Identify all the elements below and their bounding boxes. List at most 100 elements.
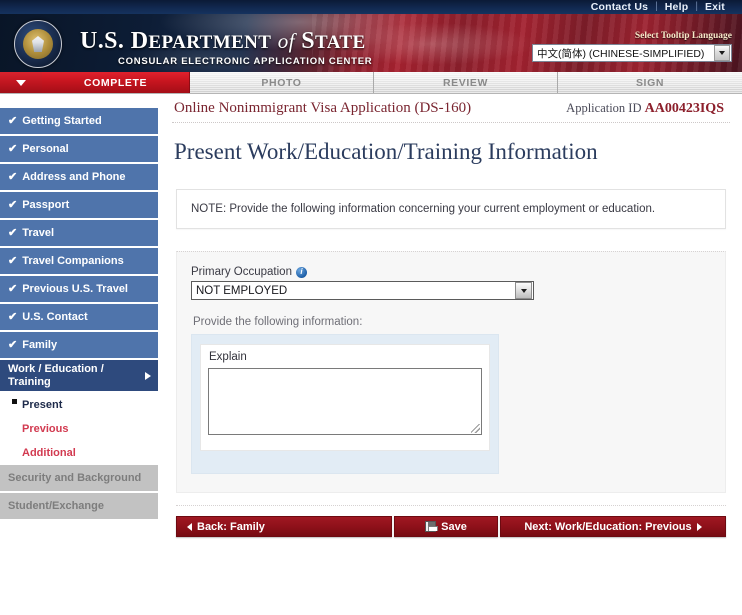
sidebar-item-label: Work / Education / Training [8,363,104,388]
department-of-state-seal-icon [14,20,62,68]
sidebar-item-travel[interactable]: ✔ Travel [0,220,158,246]
sidebar-item-security-and-background: Security and Background [0,465,158,492]
explain-label: Explain [209,351,247,363]
sidebar-item-label: Student/Exchange [8,499,104,512]
tab-complete[interactable]: COMPLETE [42,72,190,93]
title-state-cap: S [301,28,316,54]
sidebar-subitem-label: Present [22,399,63,412]
note-box: NOTE: Provide the following information … [176,189,726,229]
sidebar-item-address-and-phone[interactable]: ✔ Address and Phone [0,164,158,190]
check-icon: ✔ [8,142,18,155]
sidebar-subitem-present[interactable]: Present [0,393,166,418]
seal-eagle-icon [23,29,53,59]
sidebar-item-label: Address and Phone [22,170,126,183]
tab-sign[interactable]: SIGN [558,72,742,93]
sidebar-item-label: Security and Background [8,471,142,484]
next-button-label: Next: Work/Education: Previous [524,520,692,533]
sidebar-item-personal[interactable]: ✔ Personal [0,136,158,162]
tooltip-language-value: 中文(简体) (CHINESE-SIMPLIFIED) [537,47,705,60]
contact-us-link[interactable]: Contact Us [584,0,655,14]
title-us: U.S. [80,28,125,54]
sidebar-item-label: Previous U.S. Travel [22,282,128,295]
arrow-left-icon [187,522,192,531]
primary-occupation-label: Primary Occupation [191,266,292,278]
tab-review[interactable]: REVIEW [374,72,558,93]
arrow-right-icon [696,522,702,531]
utility-bar: Contact Us | Help | Exit [0,0,742,14]
department-subtitle: CONSULAR ELECTRONIC APPLICATION CENTER [118,56,373,67]
tab-photo[interactable]: PHOTO [190,72,374,93]
sidebar-item-travel-companions[interactable]: ✔ Travel Companions [0,248,158,274]
check-icon: ✔ [8,114,18,127]
sidebar-item-work-education-training[interactable]: Work / Education / Training [0,360,158,392]
resize-handle-icon[interactable] [471,424,480,433]
check-icon: ✔ [8,226,18,239]
sidebar-item-label: U.S. Contact [22,310,88,323]
next-button[interactable]: Next: Work/Education: Previous [500,516,726,537]
save-button[interactable]: Save [394,516,498,537]
sidebar-item-label: Getting Started [22,114,102,127]
application-id-value: AA00423IQS [644,101,724,116]
sidebar-item-label: Family [22,338,58,351]
tooltip-language-select[interactable]: 中文(简体) (CHINESE-SIMPLIFIED) [532,44,732,62]
sidebar-item-student-exchange: Student/Exchange [0,493,158,520]
footer-button-row: Back: Family Save Next: Work/Education: … [176,516,726,537]
footer-navigation: Back: Family Save Next: Work/Education: … [176,505,726,537]
save-button-label: Save [441,520,467,533]
form-panel: Primary Occupation i NOT EMPLOYED Provid… [176,251,726,493]
explain-inner-box: Explain [200,344,490,451]
page-title: Present Work/Education/Training Informat… [174,139,598,164]
check-icon: ✔ [8,254,18,267]
back-button[interactable]: Back: Family [176,516,392,537]
chevron-down-icon[interactable] [714,45,730,61]
explain-textarea[interactable] [208,368,482,435]
sidebar-item-us-contact[interactable]: ✔ U.S. Contact [0,304,158,330]
provide-information-text: Provide the following information: [193,316,363,328]
save-floppy-icon [425,521,438,532]
main-content: Online Nonimmigrant Visa Application (DS… [166,94,742,615]
stage-tabs: COMPLETE PHOTO REVIEW SIGN [0,72,742,94]
sidebar-item-label: Travel [22,226,55,239]
sidebar-item-label: Personal [22,142,69,155]
back-button-label: Back: Family [197,520,265,533]
sidebar-subitem-label: Additional [22,447,76,460]
title-department-rest: EPARTMENT [148,32,272,53]
tab-expand-arrow-icon[interactable] [0,72,42,93]
bullet-icon [12,398,17,404]
sidebar-item-previous-us-travel[interactable]: ✔ Previous U.S. Travel [0,276,158,302]
application-title: Online Nonimmigrant Visa Application (DS… [174,100,472,116]
explain-section: Explain [191,334,499,474]
info-icon[interactable]: i [295,266,307,278]
application-id: Application ID AA00423IQS [566,101,724,117]
tooltip-language-label: Select Tooltip Language [634,31,732,41]
application-id-label: Application ID [566,101,642,115]
help-link[interactable]: Help [658,0,696,14]
site-banner: U.S. DEPARTMENT of STATE CONSULAR ELECTR… [0,14,742,72]
title-department-cap: D [130,28,149,54]
sidebar-item-label: Passport [22,198,70,211]
sidebar-subitem-label: Previous [22,423,69,436]
check-icon: ✔ [8,170,18,183]
sidebar-item-family[interactable]: ✔ Family [0,332,158,358]
application-header: Online Nonimmigrant Visa Application (DS… [172,94,730,123]
sidebar-item-label: Travel Companions [22,254,124,267]
chevron-right-icon [145,371,151,380]
page-body: ✔ Getting Started ✔ Personal ✔ Address a… [0,94,742,615]
check-icon: ✔ [8,198,18,211]
sidebar-navigation: ✔ Getting Started ✔ Personal ✔ Address a… [0,94,166,615]
title-of: of [277,29,295,53]
check-icon: ✔ [8,282,18,295]
primary-occupation-label-row: Primary Occupation i [191,266,711,278]
sidebar-item-getting-started[interactable]: ✔ Getting Started [0,108,158,134]
chevron-down-icon[interactable] [515,282,532,299]
primary-occupation-select[interactable]: NOT EMPLOYED [191,281,534,300]
primary-occupation-value: NOT EMPLOYED [196,284,288,297]
exit-link[interactable]: Exit [698,0,732,14]
flag-stripes [312,14,742,72]
check-icon: ✔ [8,310,18,323]
check-icon: ✔ [8,338,18,351]
sidebar-item-passport[interactable]: ✔ Passport [0,192,158,218]
title-state-rest: TATE [315,32,366,53]
sidebar-subitem-additional[interactable]: Additional [0,441,166,466]
sidebar-subitem-previous[interactable]: Previous [0,417,166,442]
